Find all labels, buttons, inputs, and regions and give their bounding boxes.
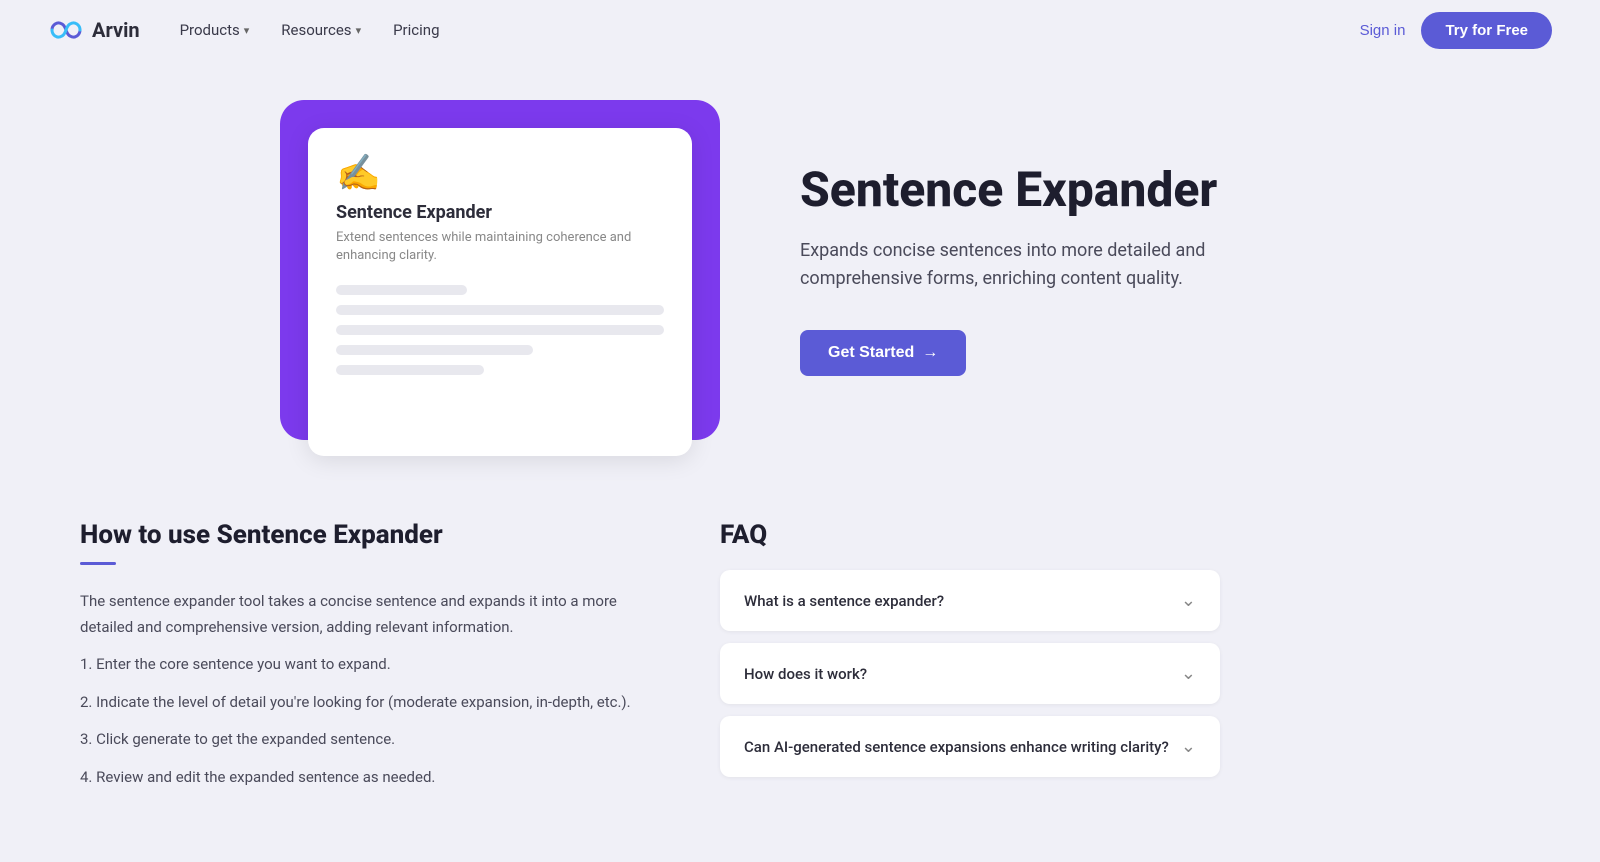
faq-item-3[interactable]: Can AI-generated sentence expansions enh… [720, 716, 1220, 777]
navbar: Arvin Products ▾ Resources ▾ Pricing Sig… [0, 0, 1600, 60]
faq-question-1: What is a sentence expander? [744, 592, 944, 610]
card-title: Sentence Expander [336, 202, 664, 223]
skeleton-line-2 [336, 305, 664, 315]
faq-item-2[interactable]: How does it work? ⌄ [720, 643, 1220, 704]
hero-text: Sentence Expander Expands concise senten… [800, 164, 1320, 376]
faq-section: FAQ What is a sentence expander? ⌄ How d… [720, 520, 1220, 802]
how-to-use-text: The sentence expander tool takes a conci… [80, 589, 640, 790]
faq-chevron-1-icon: ⌄ [1181, 590, 1196, 611]
feature-card-wrapper: ✍️ Sentence Expander Extend sentences wh… [280, 100, 720, 440]
skeleton-line-1 [336, 285, 467, 295]
products-chevron-icon: ▾ [244, 24, 250, 37]
get-started-button[interactable]: Get Started → [800, 330, 966, 376]
faq-item-1[interactable]: What is a sentence expander? ⌄ [720, 570, 1220, 631]
hero-title: Sentence Expander [800, 164, 1320, 217]
how-to-use-section: How to use Sentence Expander The sentenc… [80, 520, 640, 802]
arrow-right-icon: → [922, 344, 938, 362]
logo-text: Arvin [92, 18, 140, 42]
how-to-use-title: How to use Sentence Expander [80, 520, 640, 550]
hero-section: ✍️ Sentence Expander Extend sentences wh… [0, 60, 1600, 490]
skeleton-line-4 [336, 345, 533, 355]
nav-products[interactable]: Products ▾ [180, 21, 250, 39]
card-subtitle: Extend sentences while maintaining coher… [336, 229, 664, 265]
logo-icon [48, 19, 84, 41]
skeleton-line-5 [336, 365, 484, 375]
card-emoji: ✍️ [336, 152, 664, 194]
faq-question-3: Can AI-generated sentence expansions enh… [744, 738, 1169, 756]
content-section: How to use Sentence Expander The sentenc… [0, 490, 1600, 862]
nav-links: Products ▾ Resources ▾ Pricing [180, 21, 1360, 39]
faq-chevron-2-icon: ⌄ [1181, 663, 1196, 684]
hero-description: Expands concise sentences into more deta… [800, 237, 1320, 295]
resources-chevron-icon: ▾ [356, 24, 362, 37]
sign-in-button[interactable]: Sign in [1360, 22, 1406, 39]
title-underline [80, 562, 116, 565]
faq-chevron-3-icon: ⌄ [1181, 736, 1196, 757]
try-free-button[interactable]: Try for Free [1421, 12, 1552, 49]
logo[interactable]: Arvin [48, 18, 140, 42]
nav-right: Sign in Try for Free [1360, 12, 1552, 49]
faq-title: FAQ [720, 520, 1220, 550]
nav-pricing[interactable]: Pricing [393, 21, 439, 39]
nav-resources[interactable]: Resources ▾ [281, 21, 361, 39]
skeleton-line-3 [336, 325, 664, 335]
faq-question-2: How does it work? [744, 665, 867, 683]
card-inner: ✍️ Sentence Expander Extend sentences wh… [308, 128, 692, 456]
